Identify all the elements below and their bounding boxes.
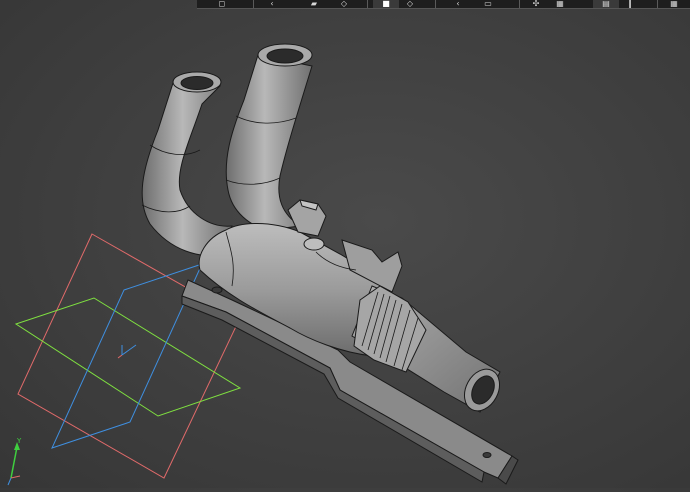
top-plane: [14, 297, 242, 417]
3d-viewport[interactable]: Y: [0, 0, 690, 488]
right-plane: [51, 263, 203, 449]
model-canvas[interactable]: Y: [0, 0, 690, 488]
shaded-view-icon[interactable]: ▰: [301, 0, 327, 8]
grid-toggle-icon[interactable]: ▦: [547, 0, 573, 8]
left-pipe: [141, 71, 233, 257]
measure-icon[interactable]: ┃: [617, 0, 643, 8]
view-options-icon[interactable]: ▭: [475, 0, 501, 8]
settings-grid-icon[interactable]: ▦: [661, 0, 687, 8]
triad-icon: Y: [7, 437, 22, 486]
triad-y-label: Y: [16, 437, 22, 445]
display-mode-icon[interactable]: ▤: [593, 0, 619, 8]
solid-cube-icon[interactable]: ■: [373, 0, 399, 8]
perspective-icon[interactable]: ‹: [445, 0, 471, 8]
wireframe-cube-icon[interactable]: ◇: [397, 0, 423, 8]
section-view-icon[interactable]: ◇: [331, 0, 357, 8]
rotate-left-icon[interactable]: ‹: [259, 0, 285, 8]
origin-y-axis: [117, 354, 123, 359]
origin-x-axis: [121, 344, 137, 356]
explode-icon[interactable]: ✣: [523, 0, 549, 8]
view-toolbar: ◻ ‹ ▰ ◇ ■ ◇ ‹ ▭ ✣ ▦ ▤ ┃ ▦: [197, 0, 690, 9]
fit-view-icon[interactable]: ◻: [209, 0, 235, 8]
